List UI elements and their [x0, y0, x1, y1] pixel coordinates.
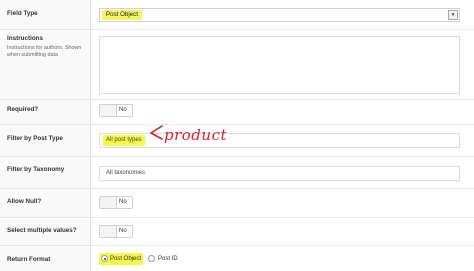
multiple-label: Select multiple values? — [7, 227, 77, 234]
required-toggle[interactable]: No — [99, 104, 133, 117]
instructions-textarea[interactable] — [99, 36, 460, 94]
toggle-knob — [100, 105, 117, 116]
required-toggle-label: No — [119, 107, 127, 113]
filter-taxonomy-label: Filter by Taxonomy — [7, 166, 65, 173]
radio-option-post-id[interactable]: Post ID — [148, 253, 188, 265]
radio-label-post-id: Post ID — [158, 256, 178, 262]
field-type-select[interactable]: Post Object ▼ — [99, 8, 460, 22]
row-divider — [0, 29, 474, 30]
allow-null-toggle[interactable]: No — [99, 196, 133, 209]
required-label: Required? — [7, 106, 39, 113]
radio-option-post-object[interactable]: Post Object — [99, 253, 143, 265]
field-type-label: Field Type — [7, 10, 38, 17]
row-divider — [0, 217, 474, 218]
filter-post-type-label: Filter by Post Type — [7, 135, 63, 142]
return-format-label: Return Format — [7, 256, 51, 263]
allow-null-toggle-label: No — [119, 199, 127, 205]
multiple-toggle-label: No — [119, 228, 127, 234]
instructions-description: Instructions for authors. Shown when sub… — [7, 45, 82, 59]
allow-null-label: Allow Null? — [7, 198, 42, 205]
instructions-label: Instructions — [7, 35, 44, 42]
row-divider — [0, 188, 474, 189]
filter-taxonomy-input[interactable]: All taxonomies — [99, 166, 460, 181]
row-divider — [0, 245, 474, 246]
toggle-knob — [100, 197, 117, 208]
field-type-value: Post Object — [102, 10, 142, 20]
filter-post-type-value: All post types — [103, 135, 145, 146]
row-divider — [0, 99, 474, 100]
chevron-down-icon[interactable]: ▼ — [448, 10, 458, 20]
filter-taxonomy-value: All taxonomies — [106, 170, 146, 176]
radio-unselected-icon[interactable] — [148, 255, 155, 262]
toggle-knob — [100, 226, 117, 237]
multiple-toggle[interactable]: No — [99, 225, 133, 238]
radio-selected-icon[interactable] — [101, 255, 108, 262]
radio-label-post-object: Post Object — [110, 256, 142, 262]
handwritten-product-text: product — [164, 126, 227, 144]
row-divider — [0, 156, 474, 157]
handwritten-annotation: product — [148, 122, 240, 152]
